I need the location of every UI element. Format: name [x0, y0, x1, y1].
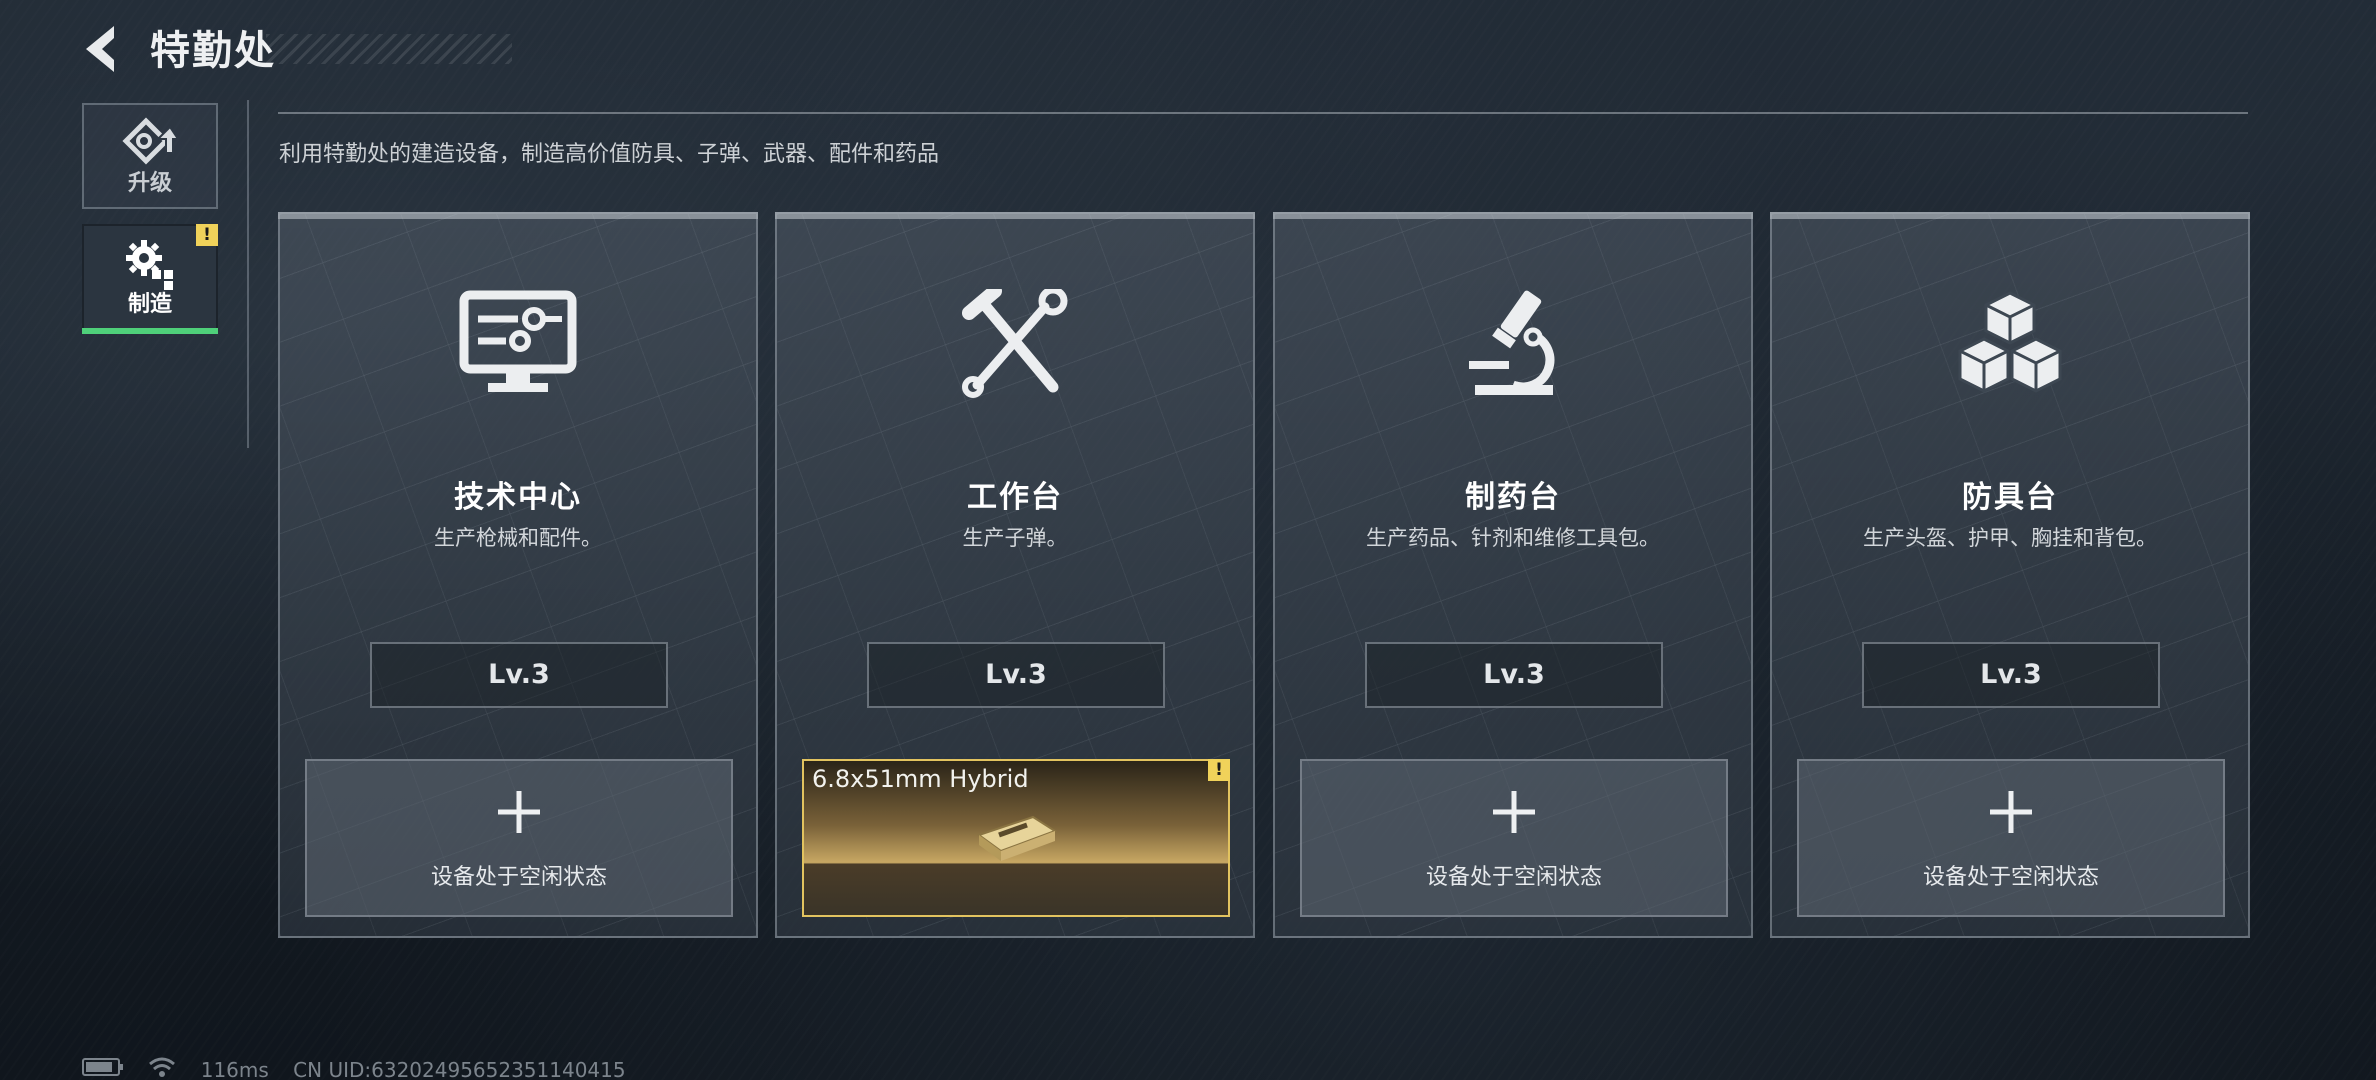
facility-level: Lv.3 [1365, 642, 1663, 708]
facility-description: 生产枪械和配件。 [434, 526, 602, 550]
back-button[interactable] [80, 22, 130, 76]
sidebar-item-label: 升级 [127, 171, 172, 196]
slot-status-text: 设备处于空闲状态 [1425, 865, 1602, 890]
section-description: 利用特勤处的建造设备，制造高价值防具、子弹、武器、配件和药品 [279, 142, 940, 167]
cubes-icon [1950, 289, 2070, 403]
slot-status-text: 设备处于空闲状态 [1922, 865, 2099, 890]
facility-card-armor-bench[interactable]: 防具台 生产头盔、护甲、胸挂和背包。 Lv.3 设备处于空闲状态 [1770, 212, 2250, 938]
plus-icon [1988, 789, 2034, 839]
facility-description: 生产子弹。 [962, 526, 1068, 550]
nav-divider [247, 100, 249, 448]
facility-name: 技术中心 [454, 480, 582, 515]
facility-level: Lv.3 [370, 642, 668, 708]
production-slot-idle[interactable]: 设备处于空闲状态 [305, 759, 733, 917]
facility-name: 防具台 [1962, 480, 2058, 515]
production-slot-idle[interactable]: 设备处于空闲状态 [1300, 759, 1728, 917]
craft-warning-badge: ! [196, 224, 218, 246]
wifi-icon [148, 1057, 182, 1080]
facility-card-tech-center[interactable]: 技术中心 生产枪械和配件。 Lv.3 设备处于空闲状态 [278, 212, 758, 938]
crafting-item-name: 6.8x51mm Hybrid [812, 765, 1029, 793]
hammer-wrench-icon [955, 284, 1075, 403]
title-decoration [266, 34, 512, 64]
facility-card-workbench[interactable]: 工作台 生产子弹。 Lv.3 6.8x51mm Hybrid ! [775, 212, 1255, 938]
upgrade-arrow-icon [122, 117, 180, 171]
ping-text: 116ms [200, 1057, 269, 1080]
sidebar-item-upgrade[interactable]: 升级 [82, 103, 218, 209]
facility-name: 工作台 [967, 480, 1063, 515]
slot-warning-badge: ! [1208, 759, 1230, 781]
computer-monitor-icon [458, 289, 578, 403]
plus-icon [1491, 789, 1537, 839]
facility-description: 生产药品、针剂和维修工具包。 [1366, 526, 1660, 550]
status-bar: 116ms CN UID:63202495652351140415 [82, 1056, 644, 1080]
header-divider [278, 112, 2248, 114]
slot-status-text: 设备处于空闲状态 [430, 865, 607, 890]
production-slot-idle[interactable]: 设备处于空闲状态 [1797, 759, 2225, 917]
facility-level: Lv.3 [1862, 642, 2160, 708]
chevron-left-icon [86, 26, 114, 72]
production-slot-active[interactable]: 6.8x51mm Hybrid ! [802, 759, 1230, 917]
facility-description: 生产头盔、护甲、胸挂和背包。 [1863, 526, 2157, 550]
sidebar-item-craft[interactable]: ! 制造 [82, 224, 218, 334]
facility-level: Lv.3 [867, 642, 1165, 708]
sidebar-item-label: 制造 [127, 292, 172, 317]
facility-card-pharmacy[interactable]: 制药台 生产药品、针剂和维修工具包。 Lv.3 设备处于空闲状态 [1273, 212, 1753, 938]
ammo-box-icon [971, 805, 1061, 869]
uid-text: CN UID:63202495652351140415 [293, 1057, 626, 1080]
page-title: 特勤处 [150, 28, 276, 74]
battery-icon [82, 1058, 130, 1080]
plus-icon [496, 789, 542, 839]
facility-name: 制药台 [1465, 480, 1561, 515]
microscope-icon [1453, 289, 1573, 403]
